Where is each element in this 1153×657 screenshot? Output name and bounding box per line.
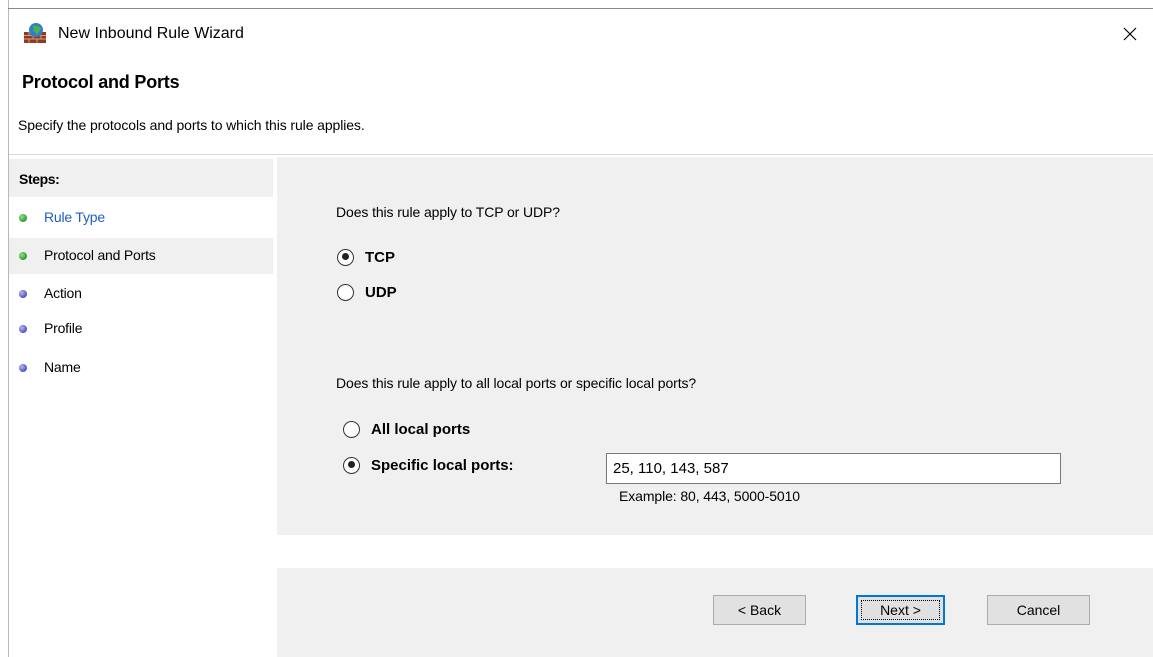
- header-divider: [9, 154, 1153, 155]
- window-title: New Inbound Rule Wizard: [58, 25, 244, 42]
- radio-udp-label[interactable]: UDP: [365, 284, 397, 301]
- radio-udp[interactable]: UDP: [337, 281, 397, 303]
- step-complete-dot-icon: [19, 252, 27, 260]
- title-bar: New Inbound Rule Wizard: [9, 9, 1153, 59]
- radio-tcp[interactable]: TCP: [337, 246, 395, 268]
- step-label: Name: [44, 359, 81, 375]
- button-bar: < Back Next > Cancel: [277, 568, 1153, 657]
- steps-heading-label: Steps:: [19, 171, 60, 187]
- step-pending-dot-icon: [19, 290, 27, 298]
- step-rule-type[interactable]: Rule Type: [9, 200, 273, 236]
- back-button[interactable]: < Back: [713, 595, 806, 625]
- radio-specific-local-ports-label[interactable]: Specific local ports:: [371, 457, 514, 474]
- radio-button-icon[interactable]: [337, 283, 354, 301]
- close-button[interactable]: [1107, 9, 1153, 59]
- steps-heading: Steps:: [9, 159, 273, 197]
- step-label: Rule Type: [44, 209, 105, 225]
- step-label: Protocol and Ports: [44, 247, 156, 263]
- radio-tcp-label[interactable]: TCP: [365, 249, 395, 266]
- focus-ring: [861, 600, 940, 620]
- protocol-question: Does this rule apply to TCP or UDP?: [336, 204, 560, 220]
- radio-all-local-ports-label[interactable]: All local ports: [371, 421, 470, 438]
- step-name: Name: [9, 350, 273, 386]
- ports-question: Does this rule apply to all local ports …: [336, 375, 697, 391]
- cancel-button[interactable]: Cancel: [987, 595, 1090, 625]
- specific-ports-input[interactable]: [606, 453, 1061, 484]
- radio-all-local-ports[interactable]: All local ports: [343, 418, 470, 440]
- step-label: Action: [44, 285, 82, 301]
- step-pending-dot-icon: [19, 364, 27, 372]
- step-label: Profile: [44, 320, 83, 336]
- step-protocol-and-ports: Protocol and Ports: [9, 238, 273, 274]
- steps-panel: Steps: Rule Type Protocol and Ports Acti…: [9, 157, 273, 537]
- firewall-globe-icon: [23, 22, 47, 44]
- close-icon: [1123, 27, 1137, 41]
- radio-button-checked-icon[interactable]: [337, 248, 354, 266]
- ports-example-hint: Example: 80, 443, 5000-5010: [619, 488, 800, 504]
- radio-button-icon[interactable]: [343, 420, 360, 438]
- wizard-header: Protocol and Ports Specify the protocols…: [9, 59, 1153, 154]
- radio-button-checked-icon[interactable]: [343, 456, 360, 474]
- step-complete-dot-icon: [19, 214, 27, 222]
- content-panel: Does this rule apply to TCP or UDP? TCP …: [277, 157, 1153, 535]
- step-action: Action: [9, 276, 273, 312]
- page-subtitle: Specify the protocols and ports to which…: [18, 117, 365, 133]
- radio-specific-local-ports[interactable]: Specific local ports:: [343, 454, 514, 476]
- steps-panel-footer: [9, 537, 273, 657]
- step-pending-dot-icon: [19, 325, 27, 333]
- next-button[interactable]: Next >: [856, 595, 945, 625]
- step-profile: Profile: [9, 311, 273, 347]
- page-title: Protocol and Ports: [22, 72, 180, 92]
